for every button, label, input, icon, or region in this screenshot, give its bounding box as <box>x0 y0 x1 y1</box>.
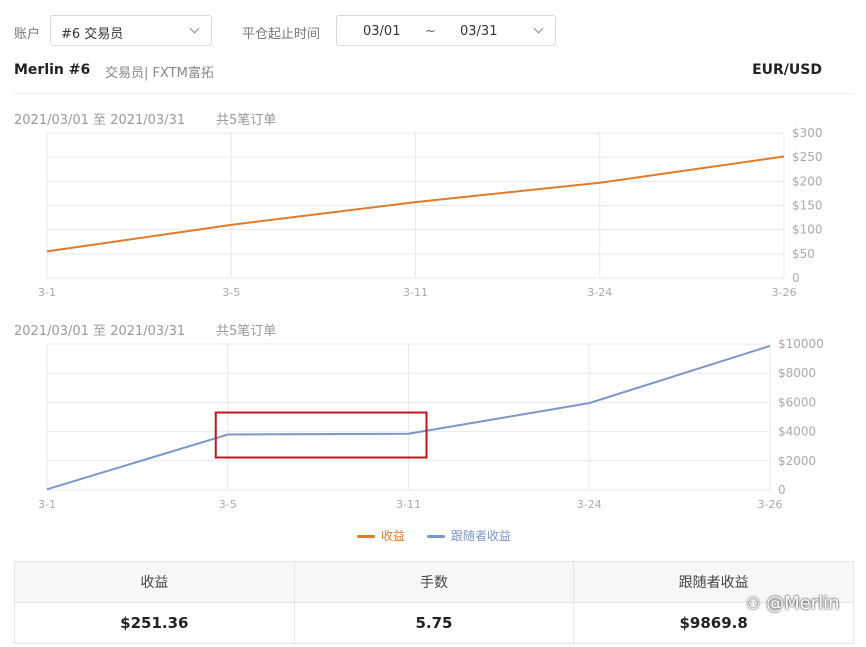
chart1-ytick-label: 0 <box>792 271 800 285</box>
chart2-xtick-label: 3-11 <box>396 498 421 511</box>
chart1-ytick-label: $300 <box>792 126 823 140</box>
summary-value-row: $251.36 5.75 $9869.8 <box>14 602 854 644</box>
chart1-ytick-label: $250 <box>792 150 823 164</box>
chevron-down-icon <box>189 23 200 34</box>
chart2-ytick-label: $6000 <box>778 395 816 409</box>
legend-swatch-follower-profit <box>426 535 445 538</box>
legend-item-profit[interactable]: 收益 <box>357 529 409 543</box>
chart1-xtick-label: 3-1 <box>38 286 56 299</box>
summary-header-profit: 收益 <box>14 561 295 603</box>
chart1-ytick-label: $200 <box>792 174 823 188</box>
time-range-label: 平仓起止时间 <box>242 27 321 42</box>
summary-header-row: 收益 手数 跟随者收益 <box>14 561 854 603</box>
account-select[interactable]: #6 交易员 <box>50 15 212 46</box>
chart2-xtick-label: 3-24 <box>577 498 602 511</box>
date-range-separator: ~ <box>425 24 436 39</box>
summary-table: 收益 手数 跟随者收益 $251.36 5.75 $9869.8 <box>14 561 854 644</box>
chart2-xtick-label: 3-26 <box>758 498 783 511</box>
watermark: ⚇ @Merlin <box>746 593 840 614</box>
chevron-down-icon <box>533 23 544 34</box>
legend-label-profit: 收益 <box>381 529 406 543</box>
chart2-ytick-label: $4000 <box>778 425 816 439</box>
chart1-xtick-label: 3-11 <box>403 286 428 299</box>
chart1-ytick-label: $50 <box>792 247 815 261</box>
chart1-ytick-label: $150 <box>792 199 823 213</box>
trader-subtitle: 交易员| FXTM富拓 <box>105 66 214 81</box>
chart2-ytick-label: $2000 <box>778 454 816 468</box>
legend-item-follower-profit[interactable]: 跟随者收益 <box>426 529 511 543</box>
date-start-input[interactable]: 03/01 <box>363 24 400 39</box>
chart-legend: 收益 跟随者收益 <box>357 527 511 544</box>
legend-swatch-profit <box>357 535 375 538</box>
chart2-xtick-label: 3-5 <box>219 498 237 511</box>
summary-value-lots: 5.75 <box>293 602 575 644</box>
summary-header-lots: 手数 <box>293 561 575 603</box>
date-range-picker[interactable]: 03/01 ~ 03/31 <box>336 15 556 46</box>
chart2-xtick-label: 3-1 <box>38 498 56 511</box>
watermark-text: @Merlin <box>766 593 840 614</box>
follower-profit-chart: 0 $2000 $4000 $6000 $8000 $10000 3-1 3-5 3-11 3-2… <box>38 337 824 511</box>
chart1-xtick-label: 3-26 <box>772 286 797 299</box>
symbol-label: EUR/USD <box>752 62 822 78</box>
summary-value-profit: $251.36 <box>14 602 295 644</box>
watermark-logo-icon: ⚇ <box>746 594 761 613</box>
profit-chart: 0 $50 $100 $150 $200 $250 $300 3-1 3-5 3-11 3-24 3-… <box>38 126 823 299</box>
date-end-input[interactable]: 03/31 <box>460 24 497 39</box>
chart1-xtick-label: 3-5 <box>222 286 240 299</box>
account-label: 账户 <box>14 27 41 42</box>
chart2-ytick-label: 0 <box>778 483 786 497</box>
header-divider <box>14 93 854 94</box>
chart1-ytick-label: $100 <box>792 223 823 237</box>
account-select-value: #6 交易员 <box>61 27 124 42</box>
trader-name: Merlin #6 <box>14 62 91 78</box>
legend-label-follower-profit: 跟随者收益 <box>450 529 511 543</box>
chart2-ytick-label: $8000 <box>778 366 816 380</box>
chart2-ytick-label: $10000 <box>778 337 824 351</box>
chart1-xtick-label: 3-24 <box>587 286 612 299</box>
